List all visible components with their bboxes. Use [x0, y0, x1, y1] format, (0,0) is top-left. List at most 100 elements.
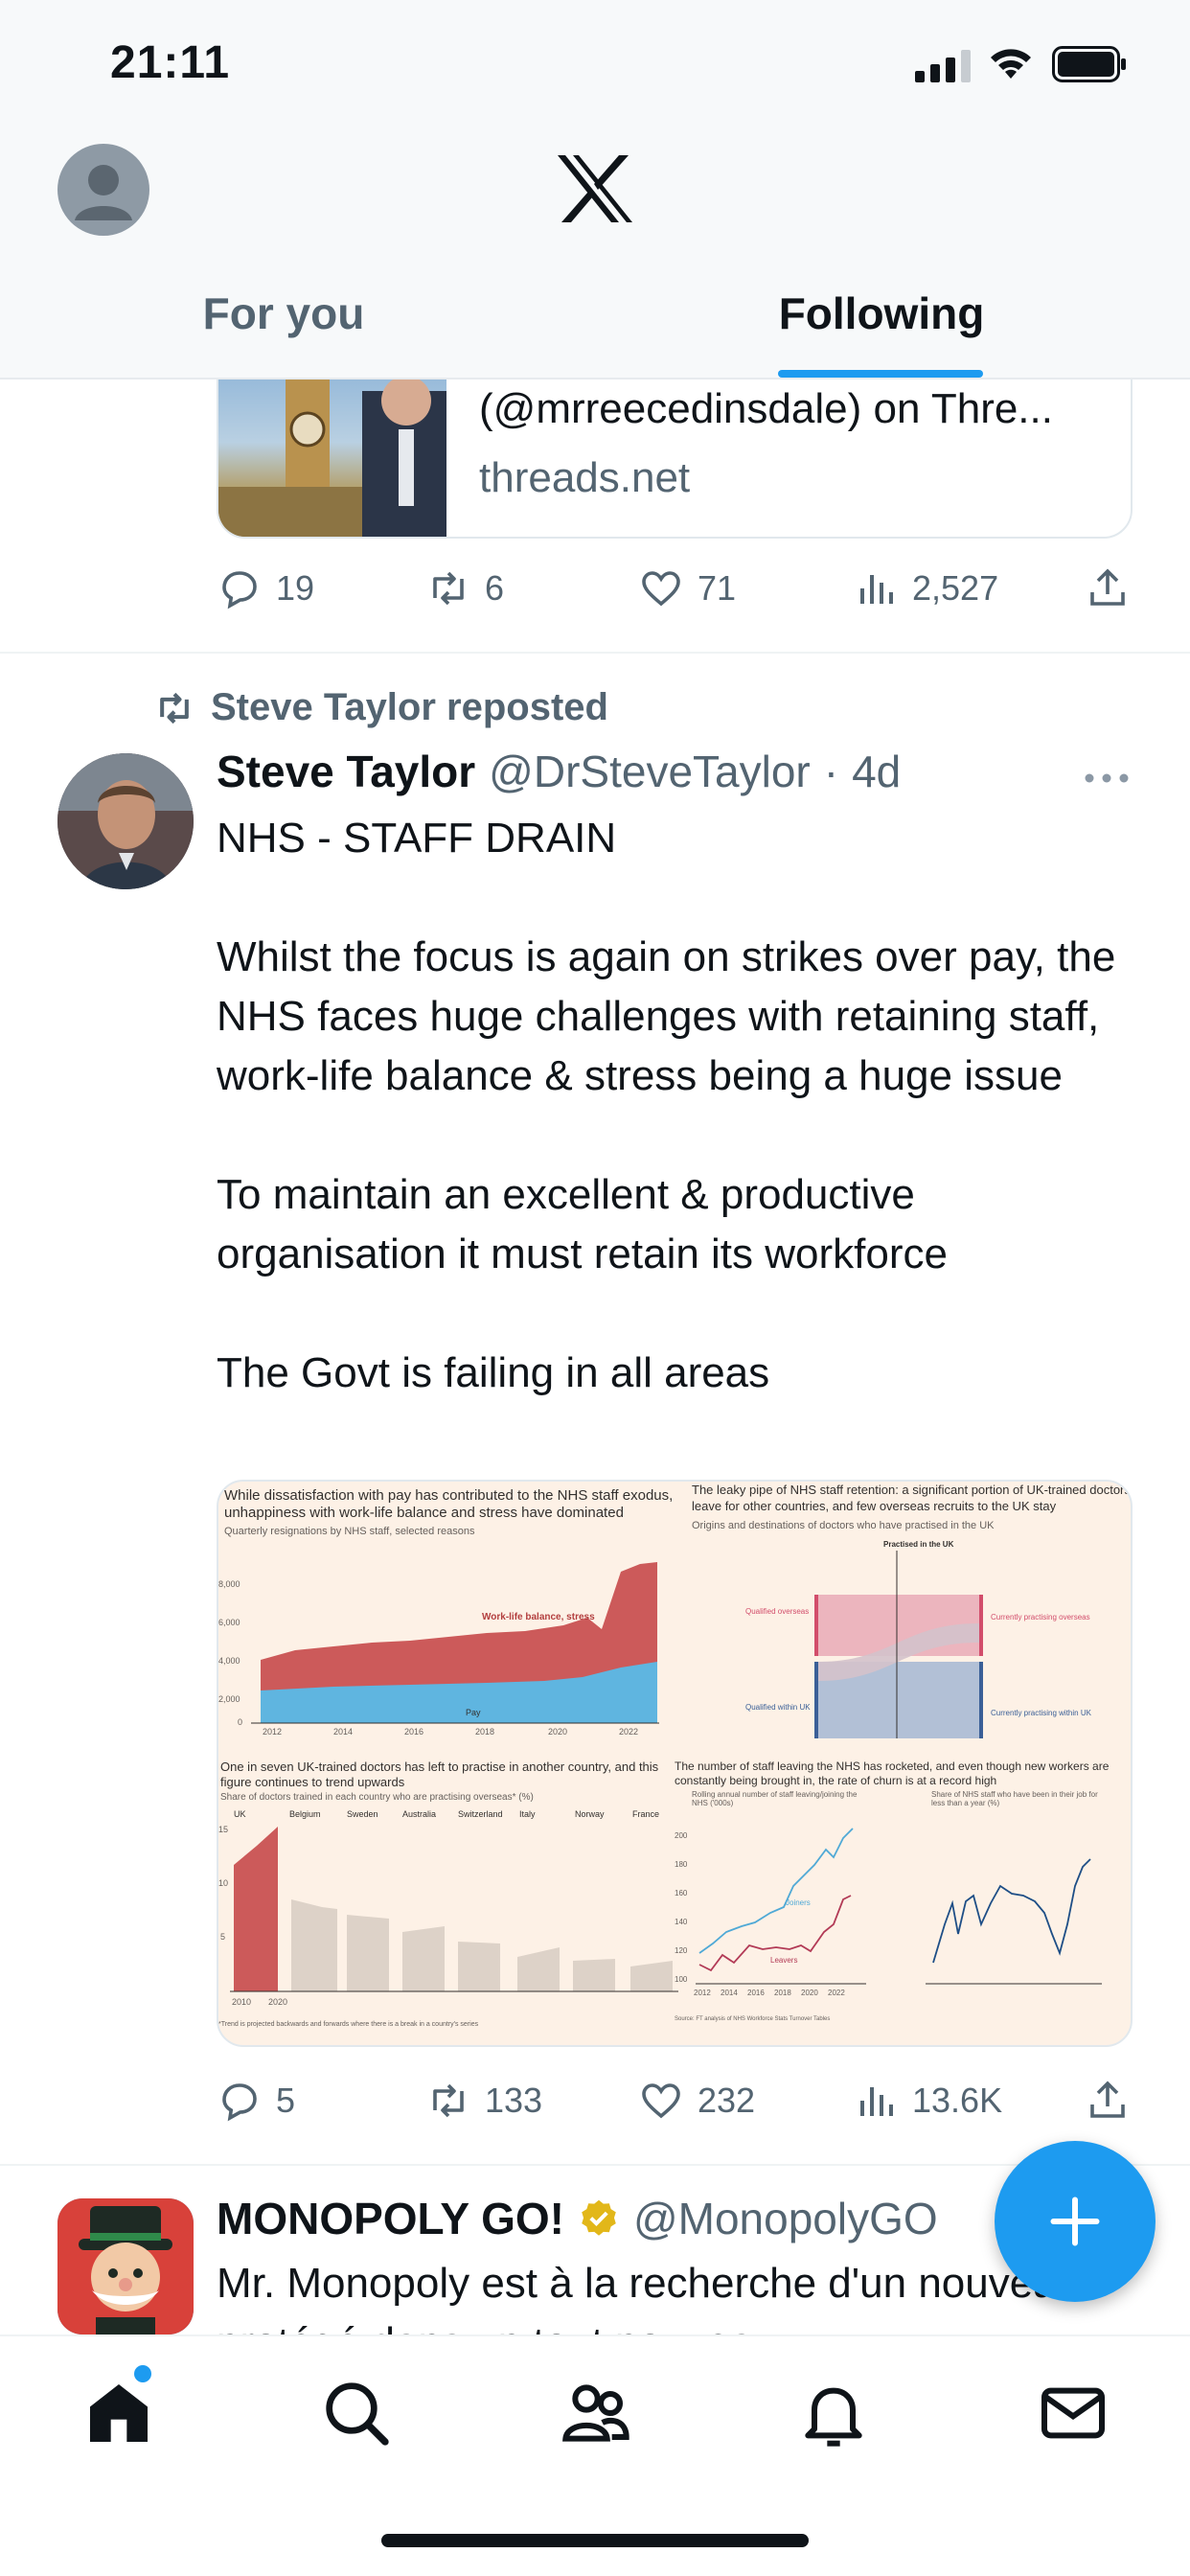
active-tab-indicator: [778, 370, 983, 378]
tab-notifications[interactable]: [795, 2375, 872, 2451]
share-icon: [1090, 568, 1125, 606]
timeline-feed[interactable]: (@mrreecedinsdale) on Thre... threads.ne…: [0, 380, 1190, 2334]
p3-country: Italy: [519, 1809, 536, 1819]
p4-ytick: 100: [675, 1975, 688, 1984]
author-avatar[interactable]: [57, 753, 194, 889]
post-actions: 19 6 71 2,527: [217, 560, 1136, 617]
repost-button[interactable]: 133: [425, 2072, 542, 2129]
p1-ytick: 6,000: [218, 1618, 240, 1627]
reply-icon: [222, 2083, 257, 2122]
p4-xtick: 2018: [774, 1989, 791, 1997]
x-logo-icon[interactable]: [556, 153, 634, 224]
repost-icon: [433, 2083, 464, 2118]
tab-communities[interactable]: [558, 2375, 634, 2451]
p3-ytick: 5: [220, 1932, 225, 1942]
panel1-title: While dissatisfaction with pay has contr…: [224, 1487, 674, 1521]
tab-for-you[interactable]: For you: [0, 288, 567, 339]
p4-xtick: 2022: [828, 1989, 845, 1997]
p1-ytick: 4,000: [218, 1656, 240, 1666]
author-handle[interactable]: @DrSteveTaylor: [489, 746, 811, 797]
post-timestamp[interactable]: 4d: [852, 746, 901, 797]
share-button[interactable]: [1085, 560, 1131, 617]
views-button[interactable]: 13.6K: [853, 2072, 1002, 2129]
notifications-icon: [805, 2387, 862, 2447]
views-icon: [860, 575, 893, 604]
link-preview-card[interactable]: (@mrreecedinsdale) on Thre... threads.ne…: [217, 380, 1133, 539]
repost-icon: [160, 692, 189, 724]
verified-icon: [582, 2199, 616, 2236]
post-text: NHS - STAFF DRAIN Whilst the focus is ag…: [217, 815, 1116, 1396]
p4-source: Source: FT analysis of NHS Workforce Sta…: [675, 2016, 830, 2022]
p1-xtick: 2022: [619, 1727, 638, 1735]
status-time: 21:11: [110, 37, 231, 88]
author-handle[interactable]: @MonopolyGO: [633, 2193, 938, 2244]
tab-following[interactable]: Following: [623, 288, 1140, 339]
repost-label: Steve Taylor reposted: [211, 686, 608, 728]
panel2-subtitle: Origins and destinations of doctors who …: [692, 1520, 995, 1531]
like-button[interactable]: 71: [638, 560, 736, 617]
tab-home[interactable]: [80, 2375, 157, 2451]
p3-ytick: 15: [218, 1825, 228, 1834]
repost-button[interactable]: 6: [425, 560, 504, 617]
p4-ytick: 120: [675, 1946, 688, 1955]
cellular-signal-icon: [915, 50, 971, 82]
post-actions: 5 133 232 13.6K: [217, 2072, 1136, 2129]
p3-country: Sweden: [347, 1809, 378, 1819]
p3-country: France: [632, 1809, 659, 1819]
p4-xtick: 2012: [694, 1989, 711, 1997]
p3-xtick: 2020: [268, 1997, 287, 2007]
tab-search[interactable]: [318, 2375, 395, 2451]
tab-messages[interactable]: [1035, 2375, 1111, 2451]
p4-joiners: Joiners: [786, 1898, 811, 1907]
meta-separator: ·: [823, 747, 839, 796]
p4-ytick: 140: [675, 1918, 688, 1926]
p4-ytick: 200: [675, 1831, 688, 1840]
post-divider: [0, 652, 1190, 654]
p1-ytick: 2,000: [218, 1694, 240, 1704]
author-name[interactable]: MONOPOLY GO!: [217, 2193, 564, 2244]
home-indicator: [381, 2534, 809, 2547]
next-post-author-line: MONOPOLY GO! @MonopolyGO: [217, 2193, 938, 2244]
reply-button[interactable]: 19: [217, 560, 314, 617]
share-button[interactable]: [1085, 2072, 1131, 2129]
like-button[interactable]: 232: [638, 2072, 755, 2129]
timeline-header: For you Following: [0, 125, 1190, 380]
home-new-posts-dot: [134, 2365, 151, 2382]
like-icon: [642, 2083, 680, 2119]
wifi-icon: [991, 49, 1031, 79]
p4-xtick: 2020: [801, 1989, 818, 1997]
views-count: 2,527: [912, 568, 999, 608]
p3-xtick: 2010: [232, 1997, 251, 2007]
p4-ytick: 160: [675, 1889, 688, 1898]
like-count: 71: [698, 568, 737, 608]
search-icon: [326, 2382, 389, 2446]
author-name[interactable]: Steve Taylor: [217, 746, 475, 797]
panel1-area-chart: 8,000 6,000 4,000 2,000 0 Work-life bala…: [218, 1562, 659, 1735]
profile-avatar[interactable]: [57, 144, 149, 236]
post-media-image[interactable]: While dissatisfaction with pay has contr…: [217, 1480, 1133, 2047]
repost-indicator[interactable]: Steve Taylor reposted: [153, 686, 608, 729]
default-avatar-icon: [75, 165, 132, 220]
monopoly-avatar[interactable]: [57, 2198, 194, 2334]
repost-icon: [433, 571, 464, 606]
panel4-line-charts: 200 180 160 140 120 100 Joiners Leavers …: [675, 1828, 1102, 2022]
panel4-title: The number of staff leaving the NHS has …: [675, 1760, 1110, 1787]
reply-icon: [222, 571, 257, 610]
p1-label-wlb: Work-life balance, stress: [482, 1612, 595, 1622]
p4-leavers: Leavers: [770, 1956, 797, 1965]
p4-ytick: 180: [675, 1860, 688, 1869]
share-icon: [1090, 2081, 1125, 2118]
compose-button[interactable]: [995, 2141, 1156, 2302]
panel2-title: The leaky pipe of NHS staff retention: a…: [692, 1483, 1131, 1513]
post-text: Mr. Monopoly est à la recherche d'un nou…: [217, 2260, 1081, 2334]
panel3-subtitle: Share of doctors trained in each country…: [220, 1792, 534, 1803]
p3-country: Belgium: [289, 1809, 321, 1819]
reply-button[interactable]: 5: [217, 2072, 295, 2129]
panel1-subtitle: Quarterly resignations by NHS staff, sel…: [224, 1526, 475, 1537]
more-icon[interactable]: [1083, 767, 1131, 790]
panel4-subtitle-left: Rolling annual number of staff leaving/j…: [692, 1790, 858, 1807]
post-author-line: Steve Taylor @DrSteveTaylor · 4d: [217, 746, 901, 797]
views-button[interactable]: 2,527: [853, 560, 998, 617]
p3-note: *Trend is projected backwards and forwar…: [218, 2021, 479, 2028]
panel3-bar-chart: UK Belgium Sweden Australia Switzerland …: [218, 1809, 678, 2028]
